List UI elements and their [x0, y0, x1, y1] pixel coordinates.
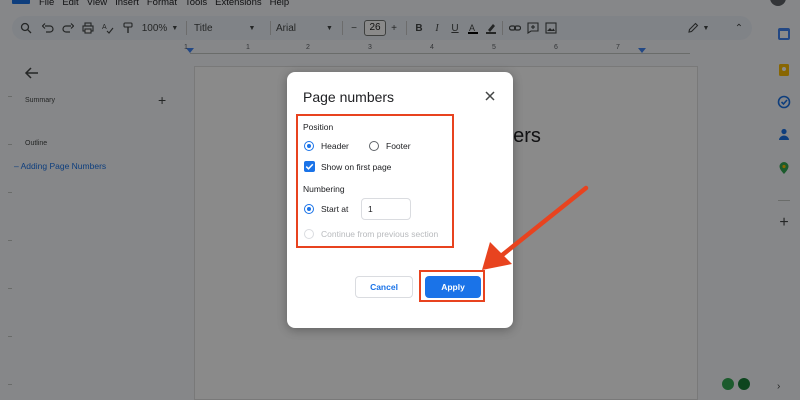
- cancel-button[interactable]: Cancel: [355, 276, 413, 298]
- apply-highlight-box: [419, 270, 485, 302]
- options-highlight-box: [296, 114, 454, 248]
- annotation-arrow-icon: [482, 185, 589, 270]
- close-icon[interactable]: [483, 89, 497, 103]
- dialog-title: Page numbers: [303, 89, 395, 105]
